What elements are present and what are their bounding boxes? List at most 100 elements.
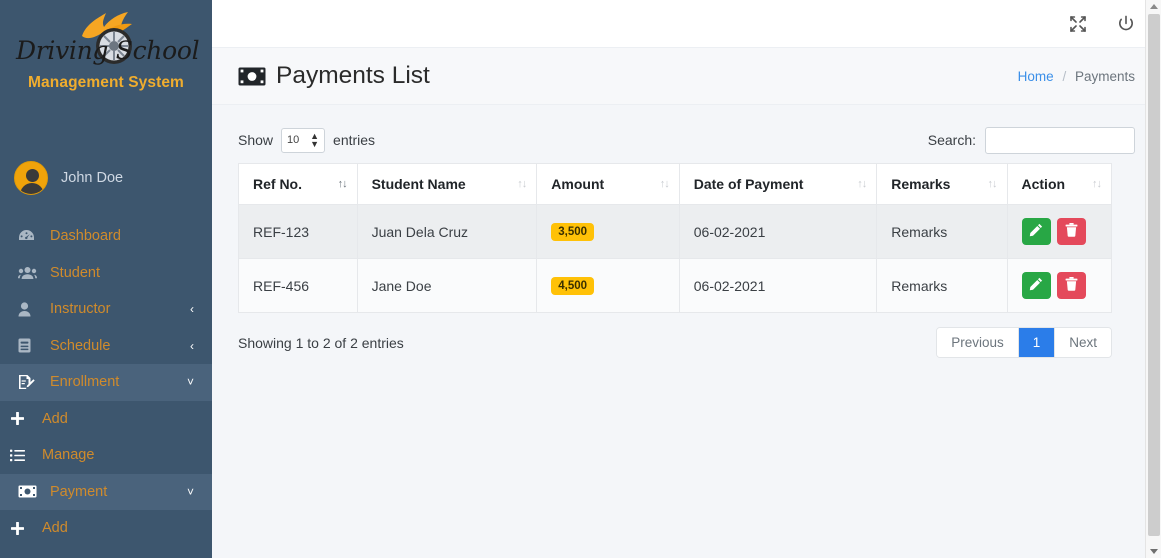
sidebar-item-instructor[interactable]: Instructor ‹ [0, 291, 212, 328]
instructor-icon [18, 301, 40, 317]
power-logout-icon[interactable] [1117, 15, 1135, 33]
app-root: Driving School Management System John Do… [0, 0, 1161, 558]
table-info: Showing 1 to 2 of 2 entries [238, 334, 404, 351]
column-label: Remarks [891, 176, 951, 192]
search-control: Search: [927, 126, 1135, 154]
delete-button[interactable] [1056, 272, 1086, 299]
vertical-scrollbar[interactable] [1145, 0, 1161, 558]
fullscreen-expand-icon[interactable] [1069, 15, 1087, 33]
sidebar-item-label: Instructor [50, 301, 111, 318]
brand-logo: Driving School [16, 8, 200, 78]
sidebar-item-payment[interactable]: Payment ˅ [0, 473, 212, 510]
delete-button[interactable] [1056, 218, 1086, 245]
money-bill-icon [238, 67, 266, 86]
sidebar-item-enrollment-add[interactable]: Add [0, 401, 212, 438]
entries-label: entries [333, 132, 376, 148]
sidebar-item-label: Dashboard [50, 228, 121, 245]
schedule-icon [18, 338, 40, 354]
column-label: Date of Payment [693, 176, 804, 192]
sidebar-item-dashboard[interactable]: Dashboard [0, 218, 212, 255]
column-label: Ref No. [253, 176, 302, 192]
search-label: Search: [927, 132, 976, 148]
page-length-select[interactable]: 10 ▲ ▼ [281, 127, 326, 153]
cell-ref-no: REF-123 [238, 204, 358, 259]
sidebar-item-label: Schedule [50, 337, 111, 354]
column-header-amount[interactable]: Amount ↑↓ [536, 163, 680, 205]
status-badge: 3,500 [551, 222, 595, 242]
breadcrumb-home[interactable]: Home [1018, 69, 1054, 84]
cell-date-of-payment: 06-02-2021 [678, 258, 878, 313]
brand-block[interactable]: Driving School Management System [0, 0, 212, 122]
cell-student-name: Juan Dela Cruz [356, 204, 538, 259]
trash-delete-icon [1065, 277, 1078, 294]
money-icon [18, 484, 40, 500]
sort-arrows-icon: ↑↓ [659, 178, 670, 190]
main-area: Payments List Home / Payments Show 10 ▲ ▼ [212, 0, 1161, 558]
sidebar-item-schedule[interactable]: Schedule ‹ [0, 328, 212, 365]
pagination-page-1[interactable]: 1 [1018, 328, 1056, 357]
breadcrumb-current: Payments [1074, 68, 1135, 84]
sort-arrows-icon: ↑↓ [1092, 178, 1102, 190]
sort-arrows-icon: ↑↓ [337, 178, 348, 190]
column-header-ref-no[interactable]: Ref No. ↑↓ [238, 163, 358, 205]
chevron-down-icon: ˅ [186, 484, 194, 499]
chevron-left-icon: ‹ [190, 338, 194, 353]
page-title: Payments List [238, 62, 430, 90]
sidebar-item-enrollment[interactable]: Enrollment ˅ [0, 364, 212, 401]
list-icon [10, 447, 32, 463]
sidebar-item-label: Add [42, 520, 68, 537]
cell-action [1006, 258, 1112, 313]
avatar [14, 161, 48, 195]
sidebar-item-label: Add [42, 410, 68, 427]
sort-arrows-icon: ↑↓ [517, 178, 527, 190]
table-header-row: Ref No. ↑↓ Student Name ↑↓ Amount ↑↓ Dat… [238, 163, 1112, 205]
sidebar-user[interactable]: John Doe [0, 152, 212, 204]
cell-student-name: Jane Doe [356, 258, 538, 313]
table-body: REF-123 Juan Dela Cruz 3,500 06-02-2021 … [238, 204, 1112, 313]
content-panel: Show 10 ▲ ▼ entries Search: Ref No. ↑↓ S… [212, 105, 1161, 358]
sidebar-item-label: Manage [42, 447, 95, 464]
students-icon [18, 265, 40, 281]
table-head: Ref No. ↑↓ Student Name ↑↓ Amount ↑↓ Dat… [238, 163, 1112, 205]
page-title-text: Payments List [276, 62, 430, 89]
edit-button[interactable] [1021, 218, 1051, 245]
cell-amount: 4,500 [536, 258, 680, 313]
column-header-remarks[interactable]: Remarks ↑↓ [876, 163, 1008, 205]
sidebar-item-label: Payment [50, 483, 108, 500]
sidebar-item-label: Student [50, 264, 100, 281]
sidebar-item-payment-add[interactable]: Add [0, 510, 212, 547]
pagination-previous[interactable]: Previous [937, 328, 1019, 357]
page-length-value: 10 [287, 134, 300, 146]
status-badge: 4,500 [551, 276, 595, 296]
pagination-next[interactable]: Next [1055, 328, 1111, 357]
pagination: Previous 1 Next [936, 327, 1112, 358]
column-header-student-name[interactable]: Student Name ↑↓ [356, 163, 538, 205]
scroll-up-arrow-icon[interactable] [1150, 4, 1158, 9]
table-footer: Showing 1 to 2 of 2 entries Previous 1 N… [238, 327, 1112, 358]
table-row: REF-456 Jane Doe 4,500 06-02-2021 Remark… [238, 258, 1112, 313]
page-header: Payments List Home / Payments [212, 48, 1161, 105]
column-label: Amount [551, 176, 605, 192]
sidebar: Driving School Management System John Do… [0, 0, 212, 558]
action-buttons [1021, 272, 1100, 299]
table-controls: Show 10 ▲ ▼ entries Search: [238, 121, 1135, 159]
scrollbar-thumb[interactable] [1148, 14, 1160, 536]
sidebar-item-student[interactable]: Student [0, 255, 212, 292]
plus-icon [10, 411, 32, 427]
scroll-down-arrow-icon[interactable] [1150, 549, 1158, 554]
column-label: Student Name [371, 176, 466, 192]
cell-amount: 3,500 [536, 204, 680, 259]
cell-ref-no: REF-456 [238, 258, 358, 313]
table-row: REF-123 Juan Dela Cruz 3,500 06-02-2021 … [238, 204, 1112, 259]
search-input[interactable] [985, 126, 1135, 154]
sidebar-item-enrollment-manage[interactable]: Manage [0, 437, 212, 474]
user-name: John Doe [61, 170, 124, 186]
cell-action [1006, 204, 1112, 259]
dashboard-icon [18, 228, 40, 244]
edit-button[interactable] [1021, 272, 1051, 299]
pencil-edit-icon [1029, 277, 1043, 294]
breadcrumb: Home / Payments [1018, 69, 1135, 84]
show-entries-control: Show 10 ▲ ▼ entries [238, 127, 376, 153]
column-header-action[interactable]: Action ↑↓ [1006, 163, 1112, 205]
column-header-date-of-payment[interactable]: Date of Payment ↑↓ [678, 163, 878, 205]
